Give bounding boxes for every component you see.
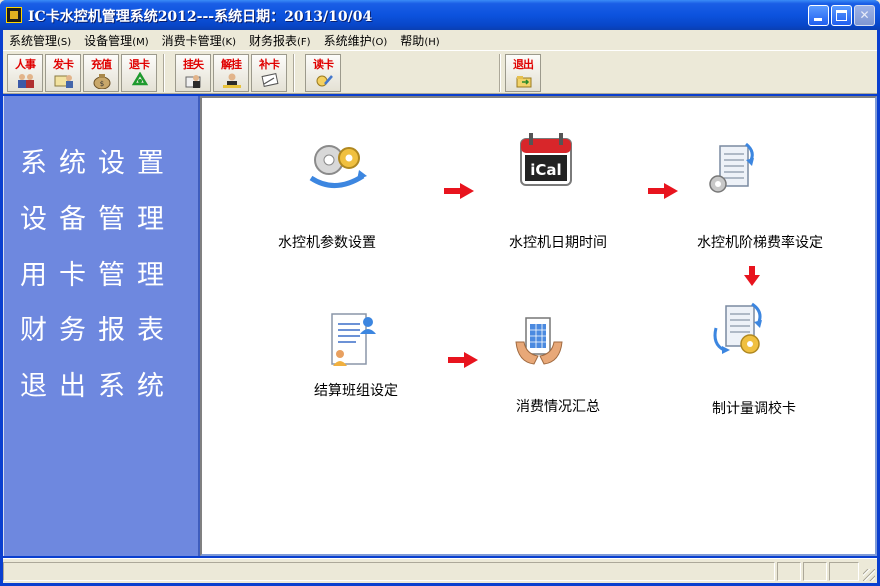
unlock-person-icon (223, 73, 241, 88)
module-datetime-label: 水控机日期时间 (509, 235, 607, 251)
nav-system-settings[interactable]: 系统设置 (20, 141, 190, 180)
toolbar-button-label: 读卡 (313, 58, 334, 71)
main-panel: 水控机参数设置 iCal 水控机日期时间 水控机阶梯费率设定 结算班组设定 消费… (200, 96, 877, 556)
nav-card-management[interactable]: 用卡管理 (20, 253, 190, 292)
menu-mnemonic: (O) (371, 36, 388, 48)
maximize-icon (836, 10, 847, 21)
toolbar-button-label: 解挂 (221, 58, 242, 71)
hands-report-icon (515, 317, 563, 365)
menu-label: 系统维护 (323, 33, 372, 48)
svg-text:iCal: iCal (530, 161, 561, 179)
exit-folder-icon (516, 76, 532, 88)
money-bag-icon: $ (93, 74, 111, 89)
module-shift-group-label: 结算班组设定 (314, 383, 398, 399)
toolbar-button-label: 退出 (513, 58, 534, 71)
arrow-right-icon (648, 183, 678, 199)
toolbar-button-label: 补卡 (259, 58, 280, 71)
title-bar[interactable]: IC卡水控机管理系统2012---系统日期：2013/10/04 ✕ (0, 0, 880, 30)
toolbar-report-loss-button[interactable]: 挂失 (175, 54, 211, 92)
left-nav: 系统设置 设备管理 用卡管理 财务报表 退出系统 (3, 96, 200, 556)
toolbar-return-card-button[interactable]: 退卡 (121, 54, 157, 92)
toolbar-button-label: 挂失 (183, 58, 204, 71)
module-calibration-card-label: 制计量调校卡 (712, 401, 796, 417)
toolbar-button-label: 充值 (91, 58, 112, 71)
menu-mnemonic: (S) (57, 36, 72, 48)
toolbar-button-label: 人事 (15, 58, 36, 71)
minimize-button[interactable] (808, 5, 829, 26)
menu-maintenance[interactable]: 系统维护(O) (318, 32, 395, 49)
gears-icon (309, 145, 367, 188)
menu-help[interactable]: 帮助(H) (394, 32, 446, 49)
toolbar-separator (499, 54, 501, 92)
toolbar-exit-button[interactable]: 退出 (505, 54, 541, 92)
resize-grip[interactable] (863, 569, 875, 581)
arrow-down-icon (744, 266, 760, 286)
toolbar-recharge-button[interactable]: 充值 $ (83, 54, 119, 92)
status-cell (803, 562, 827, 581)
toolbar-separator (293, 54, 295, 92)
svg-text:$: $ (100, 80, 104, 88)
nav-device-management[interactable]: 设备管理 (20, 197, 190, 236)
module-datetime[interactable]: iCal 水控机日期时间 (502, 128, 607, 298)
replace-card-icon (261, 73, 279, 87)
status-cell-main (3, 562, 775, 581)
menu-finance[interactable]: 财务报表(F) (243, 32, 318, 49)
people-icon (18, 74, 34, 88)
toolbar-issue-card-button[interactable]: 发卡 (45, 54, 81, 92)
menu-label: 设备管理 (84, 33, 133, 48)
toolbar: 人事 发卡 充值 $ 退卡 挂失 解挂 补卡 读卡 退出 (3, 50, 877, 94)
document-person-icon (331, 313, 376, 366)
menu-device[interactable]: 设备管理(M) (78, 32, 155, 49)
menu-label: 系统管理 (9, 33, 58, 48)
app-window: IC卡水控机管理系统2012---系统日期：2013/10/04 ✕ 系统管理(… (0, 0, 880, 586)
toolbar-read-card-button[interactable]: 读卡 (305, 54, 341, 92)
toolbar-replace-card-button[interactable]: 补卡 (251, 54, 287, 92)
minimize-icon (814, 18, 822, 21)
status-bar (3, 558, 877, 583)
menu-label: 帮助 (400, 33, 425, 48)
menu-system[interactable]: 系统管理(S) (3, 32, 78, 49)
nav-exit-system[interactable]: 退出系统 (20, 364, 190, 403)
menu-label: 消费卡管理 (161, 33, 222, 48)
menu-mnemonic: (K) (221, 36, 237, 48)
toolbar-personnel-button[interactable]: 人事 (7, 54, 43, 92)
menu-mnemonic: (F) (297, 36, 311, 48)
module-params[interactable]: 水控机参数设置 (278, 138, 382, 298)
status-cell (829, 562, 859, 581)
close-icon: ✕ (859, 8, 870, 22)
recycle-icon (131, 72, 149, 86)
module-calibration-card[interactable]: 制计量调校卡 (702, 298, 812, 428)
window-title: IC卡水控机管理系统2012---系统日期：2013/10/04 (28, 9, 373, 25)
module-shift-group[interactable]: 结算班组设定 (312, 308, 412, 418)
ical-calendar-icon: iCal (520, 133, 572, 186)
arrow-right-icon (448, 352, 478, 368)
maximize-button[interactable] (831, 5, 852, 26)
module-consumption[interactable]: 消费情况汇总 (502, 310, 612, 420)
menu-bar: 系统管理(S) 设备管理(M) 消费卡管理(K) 财务报表(F) 系统维护(O)… (3, 30, 877, 50)
menu-mnemonic: (M) (132, 36, 149, 48)
toolbar-unreport-loss-button[interactable]: 解挂 (213, 54, 249, 92)
toolbar-separator (163, 54, 165, 92)
menu-label: 财务报表 (249, 33, 298, 48)
arrow-right-icon (444, 183, 474, 199)
menu-mnemonic: (H) (424, 36, 440, 48)
close-button[interactable]: ✕ (854, 5, 875, 26)
app-icon[interactable] (6, 7, 22, 23)
module-consumption-label: 消费情况汇总 (516, 399, 600, 415)
document-gear-refresh-icon (713, 302, 762, 354)
toolbar-button-label: 发卡 (53, 58, 74, 71)
issue-card-icon (54, 75, 73, 88)
menu-card[interactable]: 消费卡管理(K) (156, 32, 243, 49)
module-params-label: 水控机参数设置 (278, 235, 376, 251)
document-gear-icon (709, 142, 754, 193)
read-card-icon (316, 75, 333, 87)
toolbar-button-label: 退卡 (129, 58, 150, 71)
module-tiered-rate-label: 水控机阶梯费率设定 (697, 235, 823, 251)
status-cell (777, 562, 801, 581)
nav-financial-reports[interactable]: 财务报表 (20, 308, 190, 347)
report-loss-icon (185, 75, 201, 88)
